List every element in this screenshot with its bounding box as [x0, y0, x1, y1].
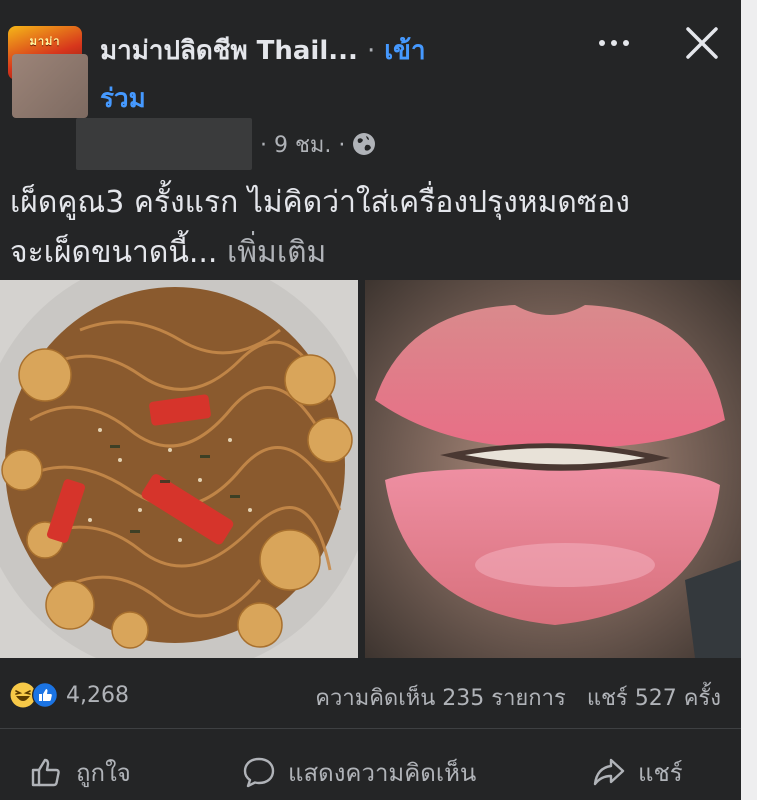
reactions-summary[interactable]: 4,268: [10, 680, 129, 710]
thumbs-up-icon: [31, 758, 60, 787]
engagement-stats: ความคิดเห็น 235 รายการ แชร์ 527 ครั้ง: [315, 680, 721, 715]
group-name-line: มาม่าปลิดชีพ Thail... · เข้า: [100, 30, 426, 71]
share-button[interactable]: แชร์: [592, 744, 683, 800]
like-button[interactable]: ถูกใจ: [30, 744, 131, 800]
join-button-continued[interactable]: ร่วม: [100, 78, 146, 119]
comment-label: แสดงความคิดเห็น: [288, 758, 477, 787]
action-bar: ถูกใจ แสดงความคิดเห็น แชร์: [0, 744, 741, 800]
join-button[interactable]: เข้า: [384, 36, 425, 66]
close-icon: [686, 27, 718, 59]
post-text-line-2-content: จะเผ็ดขนาดนี้...: [10, 235, 218, 270]
photo-noodle-bowl[interactable]: [0, 280, 358, 658]
see-more-link[interactable]: เพิ่มเติม: [227, 235, 326, 270]
post-text-line-1: เผ็ดคูณ3 ครั้งแรก ไม่คิดว่าใส่เครื่องปรุ…: [10, 185, 630, 220]
post-time[interactable]: · 9 ชม. ·: [260, 127, 345, 162]
globe-icon: [353, 133, 376, 155]
post-text-line-2: จะเผ็ดขนาดนี้... เพิ่มเติม: [10, 228, 735, 278]
like-label: ถูกใจ: [76, 758, 131, 787]
photo-swollen-lips[interactable]: [365, 280, 741, 658]
author-name-redacted: [76, 118, 252, 170]
share-label: แชร์: [638, 758, 683, 787]
group-logo-text: มาม่า: [29, 35, 61, 48]
lips-closeup-image: [365, 280, 741, 658]
reaction-count: 4,268: [66, 682, 129, 708]
separator: ·: [366, 36, 376, 66]
divider: [0, 728, 741, 729]
comment-bubble-icon: [243, 757, 275, 788]
background-edge: [741, 0, 757, 800]
post-card: มาม่า มาม่าปลิดชีพ Thail... · เข้า ร่วม …: [0, 0, 741, 800]
post-body: เผ็ดคูณ3 ครั้งแรก ไม่คิดว่าใส่เครื่องปรุ…: [10, 178, 735, 278]
share-count-link[interactable]: แชร์ 527 ครั้ง: [587, 686, 721, 711]
close-button[interactable]: [680, 24, 724, 64]
noodle-bowl-image: [0, 280, 358, 658]
group-name-link[interactable]: มาม่าปลิดชีพ Thail...: [100, 36, 358, 66]
user-avatar[interactable]: [12, 54, 88, 118]
like-reaction-icon: [32, 682, 58, 708]
more-dots-icon: [599, 40, 629, 46]
post-meta: · 9 ชม. ·: [76, 118, 377, 170]
more-options-button[interactable]: [594, 28, 634, 58]
comment-button[interactable]: แสดงความคิดเห็น: [242, 744, 476, 800]
share-arrow-icon: [593, 758, 625, 786]
comment-count-link[interactable]: ความคิดเห็น 235 รายการ: [315, 686, 566, 711]
